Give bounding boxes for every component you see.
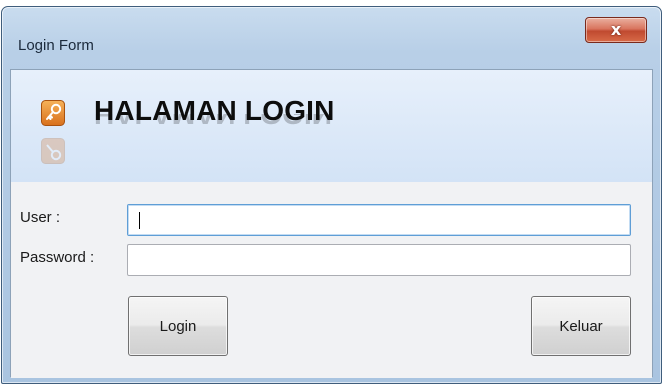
key-icon [41, 100, 65, 126]
user-label: User : [20, 209, 61, 226]
password-input[interactable] [127, 244, 631, 276]
form-area: User : Password : Login Keluar [11, 182, 652, 378]
close-button[interactable]: x [585, 17, 647, 43]
login-window: Login Form x HALAMAN LOGIN User: Passwo… [1, 6, 662, 384]
exit-button[interactable]: Keluar [531, 296, 631, 356]
page-title-reflection: HALAMAN LOGIN [94, 114, 332, 128]
key-icon-reflection [41, 138, 65, 164]
close-icon: x [610, 20, 622, 39]
window-title: Login Form [18, 37, 94, 54]
password-label: Password : [20, 249, 95, 266]
client-area: HALAMAN LOGIN HALAMAN LOGIN User : Passw… [10, 69, 653, 378]
title-bar[interactable]: Login Form x [2, 7, 661, 69]
text-caret [139, 212, 140, 229]
header-banner: HALAMAN LOGIN HALAMAN LOGIN [11, 70, 652, 183]
login-button[interactable]: Login [128, 296, 228, 356]
user-input[interactable] [127, 204, 631, 236]
